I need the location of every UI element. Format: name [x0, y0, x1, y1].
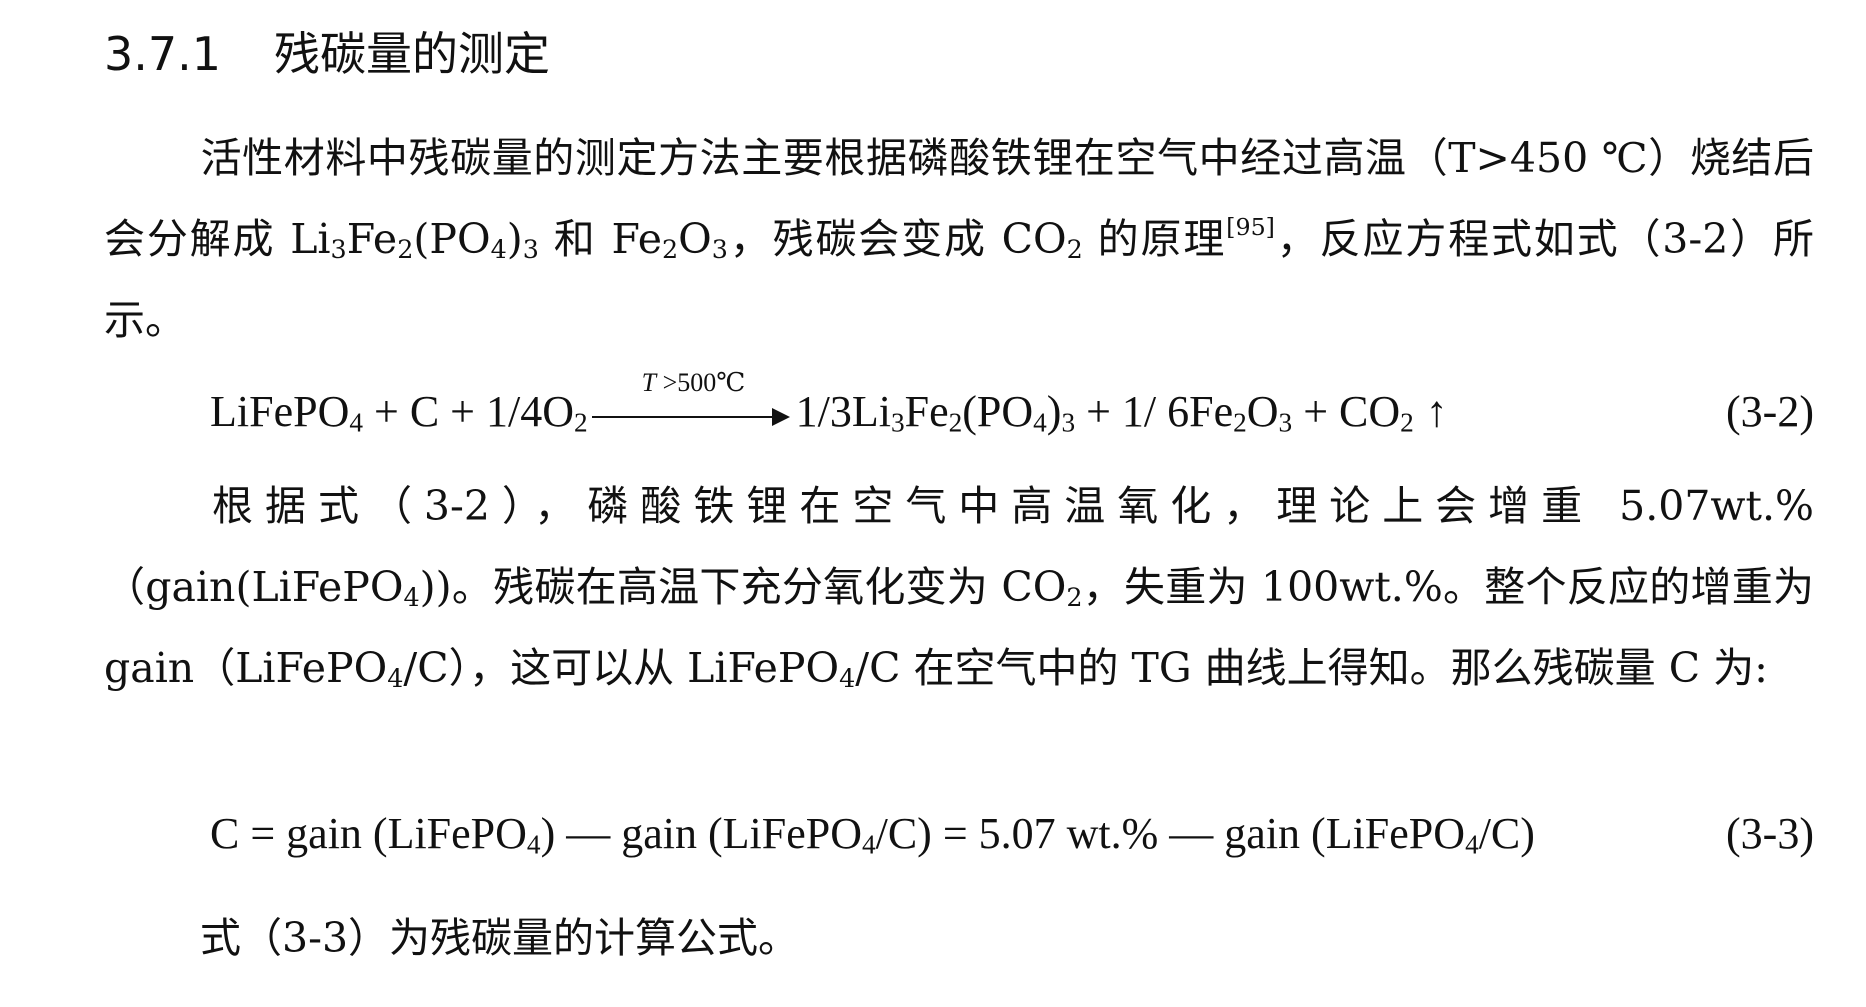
- para1-sub: 3: [330, 234, 347, 265]
- equation-3-2: LiFePO4 + C + 1/4O2 T >500℃ 1/3Li3Fe2(PO4)…: [210, 368, 1814, 452]
- eq-term: ) — gain (LiFePO: [540, 809, 862, 858]
- para1-text-8: 的原理: [1082, 215, 1227, 263]
- para2-text-2: ))。残碳在高温下充分氧化变为 CO: [419, 563, 1067, 611]
- equation-body: LiFePO4 + C + 1/4O2 T >500℃ 1/3Li3Fe2(PO4)…: [210, 368, 1448, 442]
- paragraph-calculation: 根据式（3-2），磷酸铁锂在空气中高温氧化，理论上会增重 5.07wt.%（ga…: [104, 466, 1814, 709]
- section-title: 残碳量的测定: [274, 27, 550, 81]
- eq-term: Fe: [904, 387, 949, 436]
- eq-sub: 3: [1061, 407, 1076, 438]
- equation-body: C = gain (LiFePO4) — gain (LiFePO4/C) = …: [210, 804, 1535, 864]
- para2-text-4: /C），这可以从 LiFePO: [403, 644, 840, 692]
- condition-value: >500℃: [656, 368, 746, 397]
- eq-sub: 4: [526, 829, 541, 860]
- para1-text-7: ，残碳会变成 CO: [727, 215, 1067, 263]
- para1-sub: 2: [397, 234, 414, 265]
- eq-term: ): [1046, 387, 1062, 436]
- equation-number: (3-3): [1726, 809, 1814, 858]
- eq-sub: 2: [1400, 407, 1414, 438]
- equation-3-3: C = gain (LiFePO4) — gain (LiFePO4/C) = …: [210, 794, 1814, 874]
- paragraph-method: 活性材料中残碳量的测定方法主要根据磷酸铁锂在空气中经过高温（T>450 ℃）烧结…: [104, 118, 1814, 361]
- eq-term: 1/3Li: [795, 387, 891, 436]
- para1-text-5: 和 Fe: [538, 215, 662, 263]
- condition-variable: T: [641, 368, 657, 397]
- section-number: 3.7.1: [104, 27, 222, 81]
- para1-sub: 3: [522, 234, 539, 265]
- eq-term: (PO: [962, 387, 1034, 436]
- citation-reference[interactable]: [95]: [1226, 213, 1275, 241]
- para2-sub: 4: [403, 582, 420, 613]
- para1-sub: 3: [711, 234, 728, 265]
- para1-text-3: (PO: [413, 215, 491, 263]
- arrow-head-icon: [771, 408, 790, 426]
- eq-term: LiFePO: [210, 387, 350, 436]
- para1-sub: 2: [661, 234, 679, 265]
- para2-sub: 4: [387, 663, 404, 694]
- reaction-arrow: T >500℃: [591, 368, 792, 442]
- eq-sub: 2: [573, 407, 588, 438]
- eq-sub: 2: [1233, 407, 1247, 438]
- para1-sub: 4: [490, 234, 507, 265]
- para2-sub: 4: [839, 663, 856, 694]
- eq-term: /C) = 5.07 wt.% — gain (LiFePO: [875, 809, 1466, 858]
- eq-term: + C + 1/4O: [363, 387, 574, 436]
- section-heading: 3.7.1 残碳量的测定: [104, 22, 550, 86]
- eq-sub: 4: [861, 829, 876, 860]
- para1-sub: 2: [1066, 234, 1083, 265]
- closing-sentence: 式（3-3）为残碳量的计算公式。: [200, 914, 800, 962]
- eq-sub: 4: [1465, 829, 1479, 860]
- para1-text-2: Fe: [346, 215, 398, 263]
- equation-number: (3-2): [1726, 387, 1814, 436]
- eq-term: C = gain (LiFePO: [210, 809, 527, 858]
- eq-sub: 3: [1278, 407, 1293, 438]
- para1-text-4: ): [506, 215, 523, 263]
- reaction-condition: T >500℃: [642, 368, 746, 398]
- para1-text-6: O: [678, 215, 712, 263]
- eq-sub: 2: [948, 407, 963, 438]
- arrow-line: [591, 416, 778, 418]
- eq-term: + 1/ 6Fe: [1075, 387, 1234, 436]
- eq-term: /C): [1478, 809, 1535, 858]
- eq-term: + CO: [1292, 387, 1401, 436]
- para2-sub: 2: [1066, 582, 1083, 613]
- document-page: 3.7.1 残碳量的测定 活性材料中残碳量的测定方法主要根据磷酸铁锂在空气中经过高…: [0, 0, 1866, 1007]
- gas-evolution-arrow-icon: ↑: [1425, 387, 1448, 436]
- eq-term: O: [1246, 387, 1279, 436]
- eq-sub: 4: [1033, 407, 1047, 438]
- eq-sub: 4: [349, 407, 363, 438]
- para2-text-5: /C 在空气中的 TG 曲线上得知。那么残碳量 C 为:: [855, 644, 1768, 692]
- eq-sub: 3: [890, 407, 905, 438]
